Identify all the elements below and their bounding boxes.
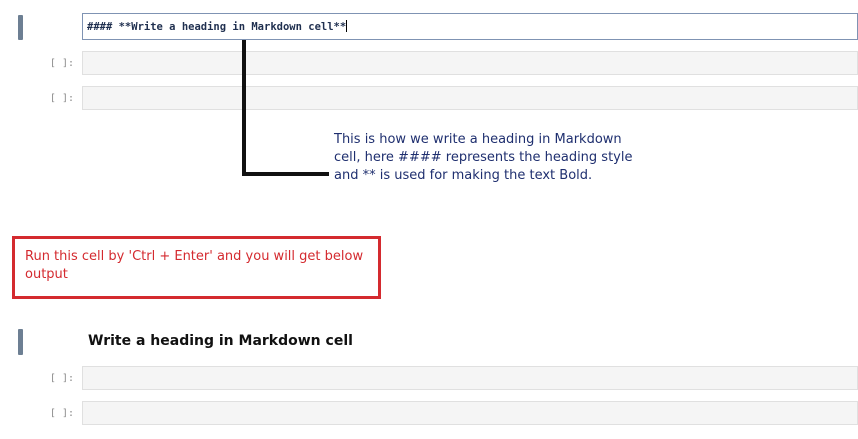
annotation-explanation: This is how we write a heading in Markdo… <box>334 132 633 183</box>
cell-prompt: [ ]: <box>49 373 74 384</box>
instruction-text: Run this cell by 'Ctrl + Enter' and you … <box>25 249 364 282</box>
markdown-cell-editor[interactable]: #### **Write a heading in Markdown cell*… <box>82 13 858 40</box>
text-cursor <box>346 20 348 32</box>
annotation-arrow-vertical <box>242 40 246 176</box>
cell-prompt: [ ]: <box>49 93 74 104</box>
cell-prompt: [ ]: <box>49 408 74 419</box>
instruction-box: Run this cell by 'Ctrl + Enter' and you … <box>12 236 381 299</box>
empty-code-cell[interactable] <box>82 401 858 425</box>
empty-code-cell[interactable] <box>82 86 858 110</box>
rendered-heading: Write a heading in Markdown cell <box>88 333 353 349</box>
rendered-cell-marker <box>18 329 23 355</box>
selected-cell-marker <box>18 15 23 40</box>
empty-code-cell[interactable] <box>82 366 858 390</box>
annotation-arrow-horizontal <box>242 172 329 176</box>
empty-code-cell[interactable] <box>82 51 858 75</box>
markdown-source-text: #### **Write a heading in Markdown cell*… <box>87 21 347 33</box>
cell-prompt: [ ]: <box>49 58 74 69</box>
